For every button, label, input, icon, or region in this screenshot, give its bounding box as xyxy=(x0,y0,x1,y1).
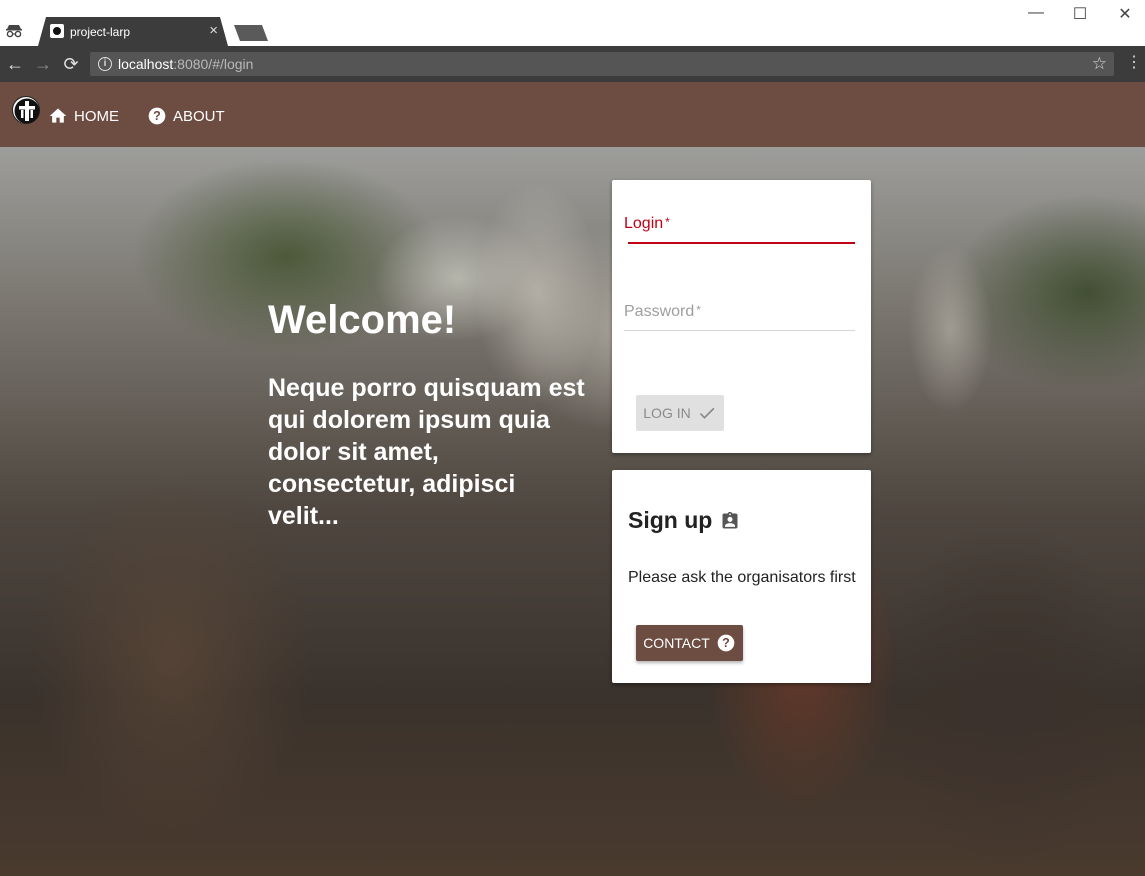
tab-favicon-icon xyxy=(50,24,64,38)
browser-toolbar: ← → ⟳ i localhost:8080/#/login ☆ ⋮ xyxy=(0,46,1145,82)
signup-heading: Sign up xyxy=(628,507,740,534)
bookmark-star-icon[interactable]: ☆ xyxy=(1092,54,1107,74)
url-text[interactable]: localhost:8080/#/login xyxy=(118,56,253,72)
svg-text:?: ? xyxy=(153,109,161,123)
new-tab-button[interactable] xyxy=(234,25,268,41)
url-host: localhost xyxy=(118,56,174,72)
tab-title: project-larp xyxy=(70,25,131,39)
tab-close-icon[interactable]: × xyxy=(209,22,218,39)
signup-description: Please ask the organisators first xyxy=(628,569,856,586)
window-minimize-button[interactable]: — xyxy=(1026,4,1046,22)
login-field[interactable]: Login * xyxy=(624,215,670,233)
forward-arrow-icon[interactable]: → xyxy=(33,54,53,74)
required-mark: * xyxy=(665,215,670,229)
shield-cross-icon[interactable] xyxy=(12,96,40,124)
window-close-button[interactable]: ✕ xyxy=(1115,4,1135,24)
browser-menu-icon[interactable]: ⋮ xyxy=(1126,55,1142,71)
help-circle-icon: ? xyxy=(148,107,166,125)
password-field-label: Password xyxy=(624,303,695,320)
password-field[interactable]: Password * xyxy=(624,303,701,321)
site-info-icon[interactable]: i xyxy=(98,57,112,71)
reload-icon[interactable]: ⟳ xyxy=(61,54,81,74)
login-field-underline xyxy=(628,242,855,244)
home-icon xyxy=(49,108,67,123)
login-field-label: Login xyxy=(624,215,664,232)
nav-home-link[interactable]: HOME xyxy=(48,106,119,126)
required-mark: * xyxy=(696,303,701,317)
contact-button[interactable]: CONTACT ? xyxy=(636,625,743,661)
login-button[interactable]: LOG IN xyxy=(636,395,724,431)
incognito-icon xyxy=(6,25,22,38)
browser-tab-active[interactable]: project-larp × xyxy=(38,17,228,46)
contact-button-label: CONTACT xyxy=(643,635,710,651)
browser-tabstrip: project-larp × — ☐ ✕ xyxy=(0,0,1145,46)
window-maximize-button[interactable]: ☐ xyxy=(1070,4,1090,24)
welcome-heading: Welcome! xyxy=(268,298,457,342)
nav-home-label: HOME xyxy=(74,107,119,125)
login-card: Login * Password * LOG IN xyxy=(612,180,871,453)
nav-about-label: ABOUT xyxy=(173,107,225,125)
signup-title-text: Sign up xyxy=(628,507,713,533)
clipboard-account-icon xyxy=(722,511,738,528)
welcome-tagline: Neque porro quisquam est qui dolorem ips… xyxy=(268,374,585,530)
help-circle-icon: ? xyxy=(717,634,735,652)
password-field-underline xyxy=(624,330,855,331)
svg-text:?: ? xyxy=(722,636,730,650)
nav-about-link[interactable]: ? ABOUT xyxy=(147,106,225,126)
url-path: :8080/#/login xyxy=(173,56,254,72)
signup-card: Sign up Please ask the organisators firs… xyxy=(612,470,871,683)
back-arrow-icon[interactable]: ← xyxy=(5,54,25,74)
check-icon xyxy=(699,407,715,419)
address-bar[interactable]: i localhost:8080/#/login ☆ xyxy=(90,52,1114,76)
app-header: HOME ? ABOUT xyxy=(0,82,1145,147)
login-button-label: LOG IN xyxy=(643,405,691,421)
